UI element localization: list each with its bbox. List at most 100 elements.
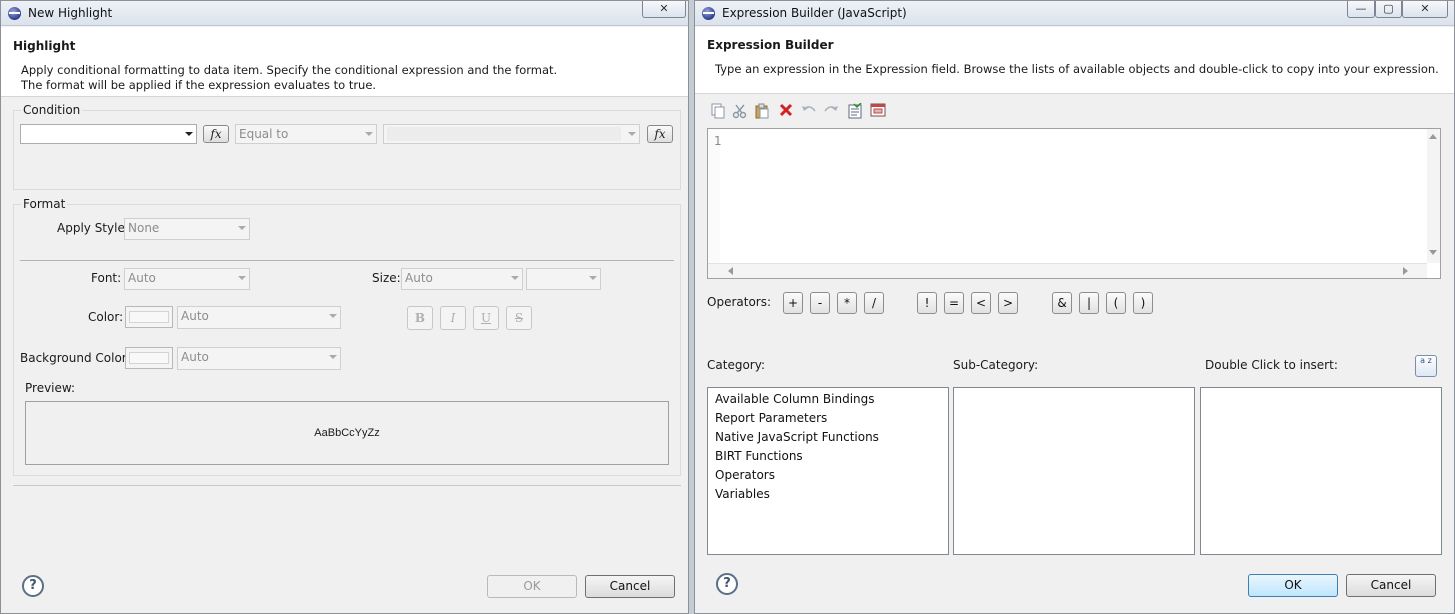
preview-text: AaBbCcYyZz: [314, 427, 380, 439]
size-combo[interactable]: Auto: [401, 268, 523, 290]
title-bar: New Highlight ✕: [1, 1, 688, 26]
cut-icon[interactable]: [731, 103, 749, 121]
operator-greater-than-button[interactable]: >: [998, 292, 1018, 314]
sort-icon-text: a z: [1420, 356, 1432, 365]
apply-style-combo[interactable]: None: [124, 218, 250, 240]
background-color-value: Auto: [181, 350, 209, 364]
delete-icon[interactable]: [777, 103, 795, 121]
ok-button[interactable]: OK: [487, 575, 577, 598]
condition-expression-combo[interactable]: [20, 124, 197, 144]
close-window-button[interactable]: ✕: [1402, 1, 1448, 18]
background-color-swatch-button[interactable]: [125, 347, 173, 369]
color-value: Auto: [181, 309, 209, 323]
scroll-right-icon[interactable]: [1403, 267, 1408, 275]
operator-value: Equal to: [239, 127, 289, 141]
chevron-down-icon: [238, 226, 246, 230]
expression-editor[interactable]: 1: [707, 128, 1441, 279]
operator-close-paren-button[interactable]: ): [1133, 292, 1153, 314]
header-banner: Expression Builder Type an expression in…: [695, 27, 1454, 94]
chevron-down-icon: [185, 132, 193, 136]
category-list[interactable]: Available Column Bindings Report Paramet…: [707, 387, 949, 555]
category-item-native-javascript-functions[interactable]: Native JavaScript Functions: [708, 428, 948, 447]
scroll-down-icon[interactable]: [1429, 250, 1437, 255]
line-number-gutter: [708, 129, 720, 263]
header-banner: Highlight Apply conditional formatting t…: [1, 27, 688, 97]
size-unit-combo[interactable]: [526, 268, 601, 290]
scroll-left-icon[interactable]: [728, 267, 733, 275]
cancel-button[interactable]: Cancel: [1346, 574, 1436, 597]
operator-and-button[interactable]: &: [1052, 292, 1072, 314]
operator-not-button[interactable]: !: [917, 292, 937, 314]
scroll-up-icon[interactable]: [1429, 134, 1437, 139]
expression-builder-button[interactable]: fx: [203, 125, 229, 143]
line-number: 1: [714, 134, 722, 148]
operand-combo[interactable]: [383, 124, 640, 144]
ok-button[interactable]: OK: [1248, 574, 1338, 597]
chevron-down-icon: [628, 132, 636, 136]
italic-button[interactable]: I: [440, 306, 466, 330]
operator-minus-button[interactable]: -: [810, 292, 830, 314]
horizontal-scrollbar[interactable]: [708, 263, 1427, 278]
strikethrough-button[interactable]: S: [506, 306, 532, 330]
underline-button[interactable]: U: [473, 306, 499, 330]
cancel-button[interactable]: Cancel: [585, 575, 675, 598]
operator-open-paren-button[interactable]: (: [1106, 292, 1126, 314]
copy-icon[interactable]: [709, 103, 727, 121]
banner-title: Highlight: [13, 39, 76, 53]
chevron-down-icon: [329, 355, 337, 359]
window-title: New Highlight: [28, 6, 113, 20]
operator-or-button[interactable]: |: [1079, 292, 1099, 314]
sort-alphabetically-icon[interactable]: a z: [1415, 355, 1437, 377]
bottom-separator: [13, 485, 681, 486]
operand-expression-builder-button[interactable]: fx: [647, 125, 673, 143]
format-label: Format: [21, 197, 68, 211]
color-combo[interactable]: Auto: [177, 306, 341, 329]
operators-label: Operators:: [707, 295, 772, 309]
calendar-icon[interactable]: [869, 103, 887, 121]
background-color-combo[interactable]: Auto: [177, 347, 341, 370]
help-icon[interactable]: ?: [22, 575, 44, 597]
background-color-label: Background Color:: [20, 351, 131, 365]
insert-items-list[interactable]: [1200, 387, 1442, 555]
expression-builder-dialog: Expression Builder (JavaScript) — ▢ ✕ Ex…: [694, 0, 1455, 614]
operator-multiply-button[interactable]: *: [837, 292, 857, 314]
operator-plus-button[interactable]: +: [783, 292, 803, 314]
vertical-scrollbar[interactable]: [1427, 129, 1440, 263]
undo-icon[interactable]: [800, 103, 818, 121]
category-item-available-column-bindings[interactable]: Available Column Bindings: [708, 390, 948, 409]
category-item-variables[interactable]: Variables: [708, 485, 948, 504]
maximize-button[interactable]: ▢: [1375, 1, 1402, 18]
banner-message-line-1: Apply conditional formatting to data ite…: [21, 63, 558, 77]
color-label: Color:: [88, 310, 124, 324]
operand-field-disabled: [387, 127, 621, 141]
category-item-operators[interactable]: Operators: [708, 466, 948, 485]
help-icon[interactable]: ?: [716, 573, 738, 595]
apply-style-label: Apply Style:: [57, 221, 129, 235]
validate-icon[interactable]: [846, 102, 864, 121]
close-window-button[interactable]: ✕: [642, 1, 686, 18]
banner-message: Type an expression in the Expression fie…: [715, 62, 1439, 76]
preview-box: AaBbCcYyZz: [25, 401, 669, 465]
operator-combo[interactable]: Equal to: [235, 124, 377, 144]
new-highlight-dialog: New Highlight ✕ Highlight Apply conditio…: [0, 0, 689, 614]
font-label: Font:: [91, 271, 122, 285]
paste-icon[interactable]: [753, 103, 771, 121]
eclipse-app-icon: [702, 7, 715, 20]
category-item-birt-functions[interactable]: BIRT Functions: [708, 447, 948, 466]
operator-equals-button[interactable]: =: [944, 292, 964, 314]
title-bar: Expression Builder (JavaScript) — ▢ ✕: [695, 1, 1454, 26]
banner-message-line-2: The format will be applied if the expres…: [21, 78, 377, 92]
font-combo[interactable]: Auto: [124, 268, 250, 290]
fx-icon: fx: [210, 127, 222, 141]
minimize-button[interactable]: —: [1347, 1, 1375, 18]
fx-icon: fx: [654, 127, 666, 141]
preview-label: Preview:: [25, 381, 76, 395]
format-divider: [20, 260, 674, 261]
category-item-report-parameters[interactable]: Report Parameters: [708, 409, 948, 428]
redo-icon[interactable]: [822, 103, 840, 121]
sub-category-list[interactable]: [953, 387, 1195, 555]
operator-divide-button[interactable]: /: [864, 292, 884, 314]
bold-button[interactable]: B: [407, 306, 433, 330]
operator-less-than-button[interactable]: <: [971, 292, 991, 314]
color-swatch-button[interactable]: [125, 306, 173, 328]
